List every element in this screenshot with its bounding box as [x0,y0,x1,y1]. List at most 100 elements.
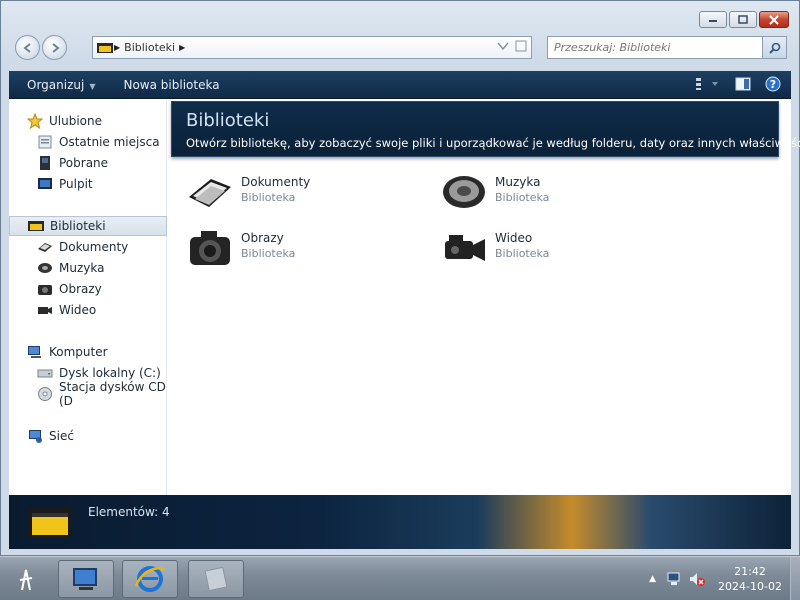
nav-documents[interactable]: Dokumenty [9,237,167,257]
nav-network[interactable]: Sieć [9,426,167,446]
nav-downloads-label: Pobrane [59,156,109,170]
back-arrow-icon [22,42,31,53]
organize-label: Organizuj [27,77,85,92]
camera-icon [37,281,53,297]
app-icon [204,566,228,592]
taskbar: ▲ 21:42 2024-10-02 [0,556,800,600]
taskbar-explorer-button[interactable] [58,560,114,598]
hard-drive-icon [37,365,53,381]
explorer-window: ▶ Biblioteki ▶ Organizuj ▼ Nowa bibliotek… [0,0,800,556]
search-box [547,36,787,59]
speaker-icon [443,176,485,208]
breadcrumb-separator-icon[interactable]: ▶ [179,43,185,52]
library-type: Biblioteka [495,191,550,204]
taskbar-ie-button[interactable] [122,560,178,598]
nav-cd-drive-label: Stacja dysków CD (D [59,380,166,408]
chevron-down-icon: ▼ [89,81,96,91]
close-icon [769,14,779,25]
maximize-icon [738,15,748,24]
caption-buttons [699,11,789,28]
libraries-banner: Biblioteki Otwórz bibliotekę, aby zobacz… [171,101,800,157]
system-tray: ▲ 21:42 2024-10-02 [649,557,800,600]
library-item-documents[interactable]: Dokumenty Biblioteka [187,169,417,215]
clock-date: 2024-10-02 [718,580,782,593]
library-item-music[interactable]: Muzyka Biblioteka [441,169,671,215]
nav-desktop[interactable]: Pulpit [9,174,167,194]
nav-cd-drive[interactable]: Stacja dysków CD (D [9,380,167,408]
svg-text:?: ? [770,78,776,91]
breadcrumb-libraries[interactable]: Biblioteki [124,41,175,54]
library-type: Biblioteka [241,247,296,260]
toolbar-right: ? [695,76,781,92]
nav-local-disk-label: Dysk lokalny (C:) [59,366,161,380]
banner-title: Biblioteki [186,110,270,131]
documents-icon [37,239,53,255]
clock[interactable]: 21:42 2024-10-02 [710,564,790,594]
nav-desktop-label: Pulpit [59,177,93,191]
search-input[interactable] [548,37,758,58]
minimize-icon [709,19,717,22]
library-name: Wideo [495,231,533,245]
network-icon[interactable] [666,571,682,587]
new-library-button[interactable]: Nowa biblioteka [123,78,219,92]
nav-computer[interactable]: Komputer [9,342,167,362]
nav-network-label: Sieć [49,429,74,443]
preview-pane-icon[interactable] [735,77,751,91]
camera-icon [190,231,230,265]
nav-recent-label: Ostatnie miejsca [59,135,160,149]
volume-muted-icon[interactable] [688,571,706,587]
show-hidden-icons-icon[interactable]: ▲ [649,574,656,584]
refresh-icon[interactable] [515,40,527,52]
nav-libraries-label: Biblioteki [50,219,106,233]
video-camera-icon [37,302,53,318]
nav-documents-label: Dokumenty [59,240,129,254]
minimize-button[interactable] [699,11,727,28]
downloads-icon [37,155,53,171]
libraries-icon [28,507,72,537]
nav-favorites[interactable]: Ulubione [9,111,167,131]
close-button[interactable] [759,11,789,28]
libraries-icon [28,218,44,234]
nav-music-label: Muzyka [59,261,105,275]
music-icon [37,260,53,276]
start-icon [19,569,33,591]
search-button[interactable] [762,37,786,58]
nav-recent-places[interactable]: Ostatnie miejsca [9,132,167,152]
cd-drive-icon [37,386,53,402]
library-name: Obrazy [241,231,284,245]
view-options-icon[interactable] [695,77,721,91]
video-camera-icon [445,235,485,261]
library-item-video[interactable]: Wideo Biblioteka [441,225,671,271]
organize-menu[interactable]: Organizuj ▼ [27,78,95,92]
desktop-icon [37,176,53,192]
nav-libraries[interactable]: Biblioteki [9,216,167,236]
navigation-pane: Ulubione Ostatnie miejsca Pobrane Pulpit… [9,99,167,495]
start-button[interactable] [6,561,46,597]
library-name: Dokumenty [241,175,311,189]
library-item-pictures[interactable]: Obrazy Biblioteka [187,225,417,271]
details-pane: Elementów: 4 [9,495,791,549]
nav-pictures[interactable]: Obrazy [9,279,167,299]
computer-icon [73,568,97,590]
nav-video-label: Wideo [59,303,97,317]
network-icon [27,428,43,444]
back-button[interactable] [15,35,40,60]
maximize-button[interactable] [729,11,757,28]
address-controls [497,40,527,52]
nav-pictures-label: Obrazy [59,282,102,296]
nav-video[interactable]: Wideo [9,300,167,320]
taskbar-app-button[interactable] [188,560,244,598]
chevron-down-icon[interactable] [497,41,509,51]
nav-music[interactable]: Muzyka [9,258,167,278]
search-icon [768,42,780,54]
library-type: Biblioteka [495,247,550,260]
libraries-icon [97,42,113,53]
nav-downloads[interactable]: Pobrane [9,153,167,173]
forward-arrow-icon [51,42,60,53]
forward-button[interactable] [42,35,67,60]
address-bar[interactable]: ▶ Biblioteki ▶ [92,36,532,59]
help-icon[interactable]: ? [765,76,781,92]
documents-icon [189,179,231,207]
computer-icon [27,344,43,360]
show-desktop-button[interactable] [790,557,800,600]
